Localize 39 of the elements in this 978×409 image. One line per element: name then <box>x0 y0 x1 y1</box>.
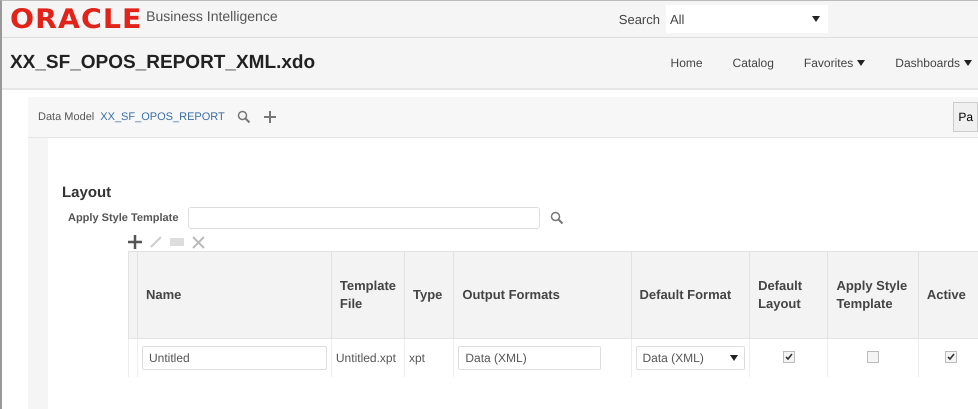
caret-icon <box>857 60 866 66</box>
caret-icon <box>964 60 972 66</box>
field-label: Apply Style Template <box>68 212 178 224</box>
nav-link[interactable]: Favorites <box>804 56 866 70</box>
column-header: Default Layout <box>750 252 828 338</box>
column-header: Apply Style Template <box>828 252 918 338</box>
table-cell: Untitled.xpt <box>331 338 404 377</box>
search-icon[interactable] <box>550 211 564 225</box>
output-formats-dropdown[interactable]: Data (XML) <box>458 346 600 370</box>
parameters-button[interactable]: Pa <box>953 102 978 132</box>
nav-link[interactable]: Home <box>670 56 703 70</box>
data-model-label: Data Model <box>38 111 94 123</box>
column-header: Type <box>404 252 454 338</box>
report-title: XX_SF_OPOS_REPORT_XML.xdo <box>10 52 316 74</box>
product-name: Business Intelligence <box>146 8 278 24</box>
plus-icon[interactable] <box>262 110 277 124</box>
column-header: Active <box>918 252 978 338</box>
caret-icon <box>812 16 820 22</box>
search-icon[interactable] <box>236 110 251 124</box>
style-template-field[interactable] <box>188 207 540 229</box>
checkbox[interactable] <box>867 350 880 362</box>
caret-icon <box>730 355 738 361</box>
column-header: Template File <box>331 252 404 338</box>
checkbox[interactable] <box>782 350 795 362</box>
name-field[interactable]: Untitled <box>142 346 327 370</box>
nav-link[interactable]: Dashboards <box>895 56 972 70</box>
section-heading: Layout <box>62 184 112 201</box>
oracle-logo: ORACLE <box>10 4 142 34</box>
column-header: Output Formats <box>454 252 631 338</box>
column-header: Name <box>138 252 332 338</box>
data-model-link[interactable]: XX_SF_OPOS_REPORT <box>100 111 225 123</box>
search-label: Search <box>618 12 660 26</box>
add-icon[interactable] <box>128 235 142 249</box>
nav-link[interactable]: Catalog <box>732 56 774 70</box>
default-format-dropdown[interactable]: Data (XML) <box>636 346 746 370</box>
table-cell: xpt <box>404 338 454 377</box>
column-header: Default Format <box>631 252 750 338</box>
search-scope-dropdown[interactable]: All <box>666 5 828 33</box>
checkbox[interactable] <box>945 350 958 362</box>
